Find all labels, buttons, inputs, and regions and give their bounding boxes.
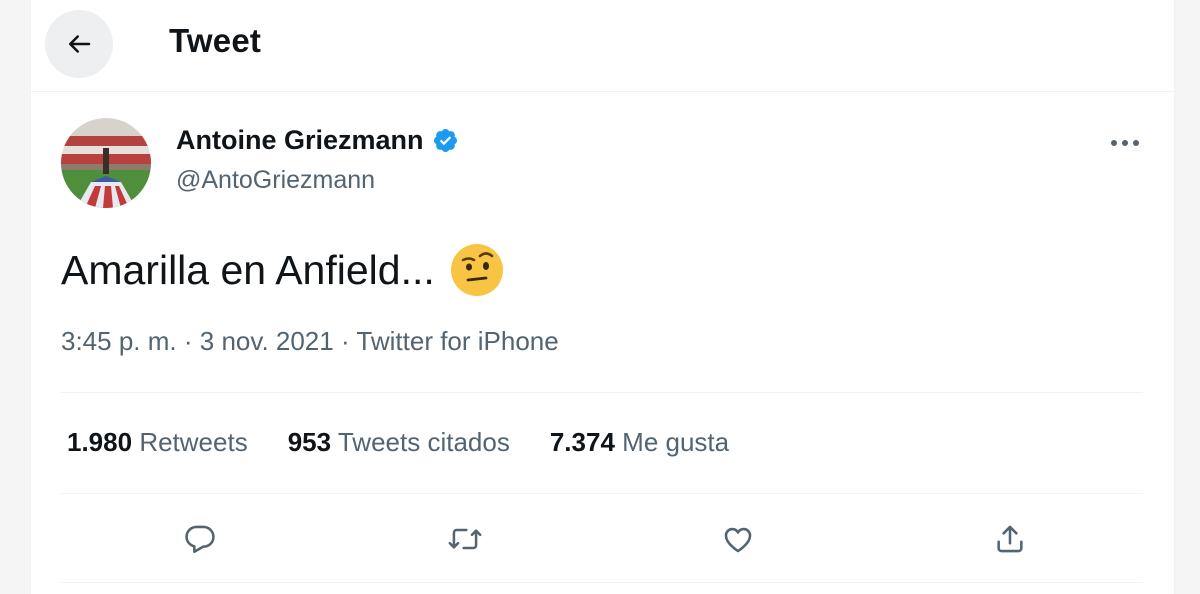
reply-icon	[185, 525, 215, 554]
tweet-date[interactable]: 3 nov. 2021	[200, 326, 334, 356]
avatar-image	[61, 118, 151, 208]
more-options-button[interactable]	[1103, 125, 1147, 161]
retweet-icon	[448, 528, 482, 550]
verified-badge-icon	[432, 127, 459, 154]
retweet-button[interactable]	[441, 515, 489, 563]
meta-separator: ·	[183, 326, 193, 356]
arrow-left-icon	[69, 35, 91, 53]
top-bar: Tweet	[31, 0, 1174, 92]
reply-button[interactable]	[176, 515, 224, 563]
back-button[interactable]	[45, 10, 113, 78]
quotes-count: 953	[287, 427, 332, 457]
divider	[61, 582, 1143, 583]
like-button[interactable]	[714, 515, 762, 563]
share-button[interactable]	[986, 515, 1034, 563]
meta-separator: ·	[340, 326, 350, 356]
likes-label: Me gusta	[622, 427, 730, 457]
divider	[61, 493, 1143, 494]
tweet-text: Amarilla en Anfield...	[61, 242, 505, 298]
author-handle[interactable]: @AntoGriezmann	[176, 166, 375, 195]
retweets-count: 1.980	[67, 427, 133, 457]
quote-tweets-stat[interactable]: 953 Tweets citados	[288, 427, 510, 458]
retweets-stat[interactable]: 1.980 Retweets	[67, 427, 248, 458]
heart-icon	[724, 527, 752, 553]
likes-stat[interactable]: 7.374 Me gusta	[550, 427, 729, 458]
more-dots-icon	[1111, 140, 1139, 146]
tweet-panel: Tweet Antoine Griezmann @AntoGriezmann A…	[30, 0, 1175, 594]
face-with-raised-eyebrow-icon	[449, 242, 505, 298]
engagement-stats: 1.980 Retweets 953 Tweets citados 7.374 …	[67, 427, 729, 458]
avatar[interactable]	[61, 118, 151, 208]
share-icon	[997, 525, 1023, 553]
retweets-label: Retweets	[139, 427, 248, 457]
page-title: Tweet	[169, 22, 262, 59]
tweet-source[interactable]: Twitter for iPhone	[356, 326, 558, 356]
author-name[interactable]: Antoine Griezmann	[176, 125, 459, 156]
quotes-label: Tweets citados	[337, 427, 510, 457]
tweet-text-content: Amarilla en Anfield...	[61, 246, 435, 293]
divider	[61, 392, 1143, 393]
tweet-meta: 3:45 p. m. · 3 nov. 2021 · Twitter for i…	[61, 326, 559, 357]
author-name-text: Antoine Griezmann	[176, 125, 424, 155]
likes-count: 7.374	[549, 427, 615, 457]
tweet-time[interactable]: 3:45 p. m.	[61, 326, 177, 356]
